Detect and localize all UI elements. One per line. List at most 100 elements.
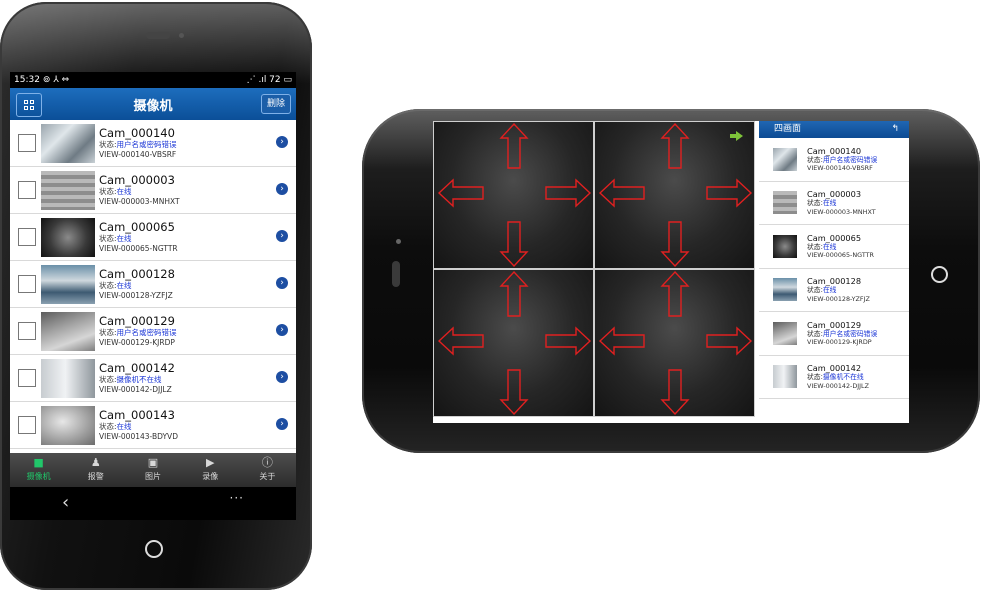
side-camera-row[interactable]: Cam_000003 状态:在线 VIEW-000003-MNHXT — [759, 182, 909, 225]
delete-button[interactable]: 删除 — [260, 94, 291, 114]
ptz-left-arrow-icon[interactable] — [437, 326, 484, 356]
camera-thumbnail[interactable] — [773, 365, 797, 389]
status-label: 状态: — [99, 186, 117, 196]
bell-icon: ♟ — [90, 456, 101, 469]
status-value: 在线 — [116, 233, 132, 243]
camera-name: Cam_000129 — [99, 313, 175, 328]
tab-info[interactable]: ⓘ 关于 — [239, 453, 296, 487]
ptz-left-arrow-icon[interactable] — [598, 178, 645, 208]
select-checkbox[interactable] — [18, 369, 36, 387]
camera-thumbnail[interactable] — [773, 234, 797, 258]
camera-list-row[interactable]: Cam_000142 状态:摄像机不在线 VIEW-000142-DJJLZ › — [10, 355, 296, 402]
ptz-right-arrow-icon[interactable] — [706, 326, 753, 356]
status-value: 在线 — [116, 186, 132, 196]
ptz-down-arrow-icon[interactable] — [660, 369, 690, 416]
chevron-right-icon[interactable]: › — [276, 230, 288, 242]
camera-status: 状态:用户名或密码错误 — [807, 156, 877, 165]
grid-view-button[interactable] — [16, 93, 42, 117]
chevron-right-icon[interactable]: › — [276, 324, 288, 336]
tab-video[interactable]: ▶ 录像 — [182, 453, 239, 487]
status-label: 状态: — [99, 139, 117, 149]
tab-camera[interactable]: ■ 摄像机 — [10, 453, 67, 487]
video-pane-3[interactable] — [433, 269, 594, 417]
status-label: 状态: — [807, 373, 823, 382]
tab-label: 关于 — [259, 472, 276, 481]
camera-list-row[interactable]: Cam_000143 状态:在线 VIEW-000143-BDYVD › — [10, 402, 296, 449]
select-checkbox[interactable] — [18, 322, 36, 340]
menu-icon[interactable]: ··· — [230, 491, 244, 505]
camera-thumbnail[interactable] — [773, 147, 797, 171]
camera-status: 状态:在线 — [99, 234, 296, 244]
chevron-right-icon[interactable]: › — [276, 418, 288, 430]
video-pane-2[interactable] — [594, 121, 755, 269]
side-camera-list: Cam_000140 状态:用户名或密码错误 VIEW-000140-VBSRF Ca… — [759, 138, 909, 399]
camera-view-id: VIEW-000129-KJRDP — [807, 338, 872, 347]
camera-thumbnail[interactable] — [773, 191, 797, 215]
next-page-icon[interactable] — [730, 131, 743, 141]
chevron-right-icon[interactable]: › — [276, 371, 288, 383]
select-checkbox[interactable] — [18, 275, 36, 293]
video-pane-4[interactable] — [594, 269, 755, 417]
camera-thumbnail[interactable] — [773, 321, 797, 345]
ptz-right-arrow-icon[interactable] — [545, 178, 592, 208]
select-checkbox[interactable] — [18, 181, 36, 199]
ptz-right-arrow-icon[interactable] — [706, 178, 753, 208]
ptz-down-arrow-icon[interactable] — [660, 221, 690, 268]
ptz-up-arrow-icon[interactable] — [660, 270, 690, 317]
ptz-right-arrow-icon[interactable] — [545, 326, 592, 356]
side-camera-row[interactable]: Cam_000142 状态:摄像机不在线 VIEW-000142-DJJLZ — [759, 356, 909, 399]
page-title: 摄像机 — [133, 98, 173, 114]
bottom-tab-bar: ■ 摄像机 ♟ 报警 ▣ 图片 ▶ 录像 ⓘ 关于 — [10, 453, 296, 487]
ptz-down-arrow-icon[interactable] — [499, 221, 529, 268]
front-camera — [396, 239, 401, 244]
status-label: 状态: — [99, 374, 117, 384]
camera-thumbnail[interactable] — [41, 405, 95, 445]
portrait-phone: 15:32 ⊚ ⅄ ⇔ ⋰ .ıl 72 ▭ 摄像机 删除 Cam_000140… — [0, 2, 312, 590]
camera-list-row[interactable]: Cam_000129 状态:用户名或密码错误 VIEW-000129-KJRDP › — [10, 308, 296, 355]
chevron-right-icon[interactable]: › — [276, 136, 288, 148]
camera-thumbnail[interactable] — [41, 123, 95, 163]
chevron-right-icon[interactable]: › — [276, 277, 288, 289]
camera-list-row[interactable]: Cam_000140 状态:用户名或密码错误 VIEW-000140-VBSRF › — [10, 120, 296, 167]
ptz-up-arrow-icon[interactable] — [499, 270, 529, 317]
status-label: 状态: — [807, 329, 823, 338]
ptz-down-arrow-icon[interactable] — [499, 369, 529, 416]
camera-name: Cam_000003 — [99, 172, 175, 187]
tab-label: 报警 — [87, 472, 104, 481]
side-camera-row[interactable]: Cam_000140 状态:用户名或密码错误 VIEW-000140-VBSRF — [759, 138, 909, 182]
camera-list-row[interactable]: Cam_000065 状态:在线 VIEW-000065-NGTTR › — [10, 214, 296, 261]
select-checkbox[interactable] — [18, 416, 36, 434]
camera-thumbnail[interactable] — [41, 217, 95, 257]
status-label: 状态: — [807, 242, 823, 251]
chevron-right-icon[interactable]: › — [276, 183, 288, 195]
side-camera-row[interactable]: Cam_000129 状态:用户名或密码错误 VIEW-000129-KJRDP — [759, 312, 909, 356]
camera-thumbnail[interactable] — [773, 278, 797, 302]
tab-bell[interactable]: ♟ 报警 — [67, 453, 124, 487]
return-icon[interactable]: ↰ — [891, 121, 899, 138]
camera-name: Cam_000065 — [807, 232, 862, 243]
tab-picture[interactable]: ▣ 图片 — [124, 453, 181, 487]
select-checkbox[interactable] — [18, 134, 36, 152]
ptz-left-arrow-icon[interactable] — [437, 178, 484, 208]
home-button[interactable] — [931, 266, 948, 283]
camera-thumbnail[interactable] — [41, 170, 95, 210]
camera-thumbnail[interactable] — [41, 311, 95, 351]
camera-status: 状态:用户名或密码错误 — [99, 140, 296, 150]
camera-thumbnail[interactable] — [41, 264, 95, 304]
back-icon[interactable]: ‹ — [62, 492, 69, 513]
camera-info: Cam_000003 状态:在线 VIEW-000003-MNHXT — [807, 189, 876, 216]
side-camera-row[interactable]: Cam_000065 状态:在线 VIEW-000065-NGTTR — [759, 225, 909, 269]
home-button[interactable] — [145, 540, 163, 558]
ptz-up-arrow-icon[interactable] — [660, 122, 690, 169]
camera-thumbnail[interactable] — [41, 358, 95, 398]
camera-view-id: VIEW-000065-NGTTR — [99, 243, 178, 253]
select-checkbox[interactable] — [18, 228, 36, 246]
camera-list-row[interactable]: Cam_000128 状态:在线 VIEW-000128-YZFJZ › — [10, 261, 296, 308]
side-camera-row[interactable]: Cam_000128 状态:在线 VIEW-000128-YZFJZ — [759, 269, 909, 312]
ptz-up-arrow-icon[interactable] — [499, 122, 529, 169]
video-pane-1[interactable] — [433, 121, 594, 269]
camera-list-screen: 15:32 ⊚ ⅄ ⇔ ⋰ .ıl 72 ▭ 摄像机 删除 Cam_000140… — [10, 72, 296, 520]
status-bar: 15:32 ⊚ ⅄ ⇔ ⋰ .ıl 72 ▭ — [10, 72, 296, 88]
ptz-left-arrow-icon[interactable] — [598, 326, 645, 356]
camera-list-row[interactable]: Cam_000003 状态:在线 VIEW-000003-MNHXT › — [10, 167, 296, 214]
